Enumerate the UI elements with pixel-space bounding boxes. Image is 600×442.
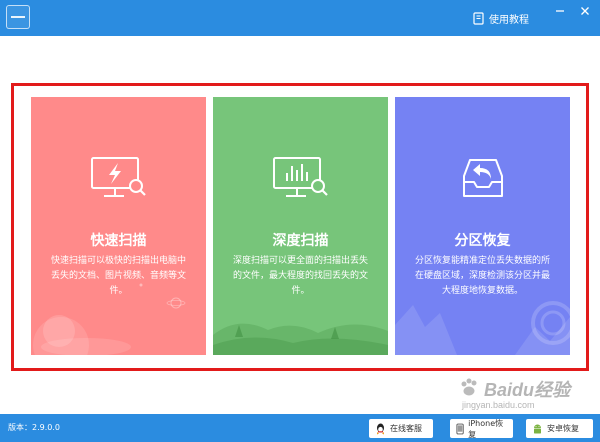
online-support-label: 在线客服: [390, 424, 422, 433]
bottom-bar: 版本：2.9.0.0 在线客服 iPhone恢复 安卓恢复: [0, 414, 600, 442]
baidu-watermark: Baidu经验 jingyan.baidu.com: [458, 372, 598, 414]
tutorial-button[interactable]: 使用教程: [472, 9, 529, 27]
deep-scan-description: 深度扫描可以更全面的扫描出丢失的文件，最大程度的找回丢失的文件。: [232, 256, 368, 296]
book-icon: [473, 11, 484, 25]
minimize-icon: [556, 10, 564, 12]
version-label: 版本：2.9.0.0: [8, 423, 60, 432]
android-icon: [534, 424, 541, 433]
quick-scan-description: 快速扫描可以极快的扫描出电脑中丢失的文档、图片视频、音频等文件。: [50, 256, 186, 296]
qq-icon: [377, 423, 384, 434]
app-logo: [6, 5, 30, 29]
partition-recovery-description: 分区恢复能精准定位丢失数据的所在硬盘区域，深度检测该分区并最大程度地恢复数据。: [414, 256, 550, 296]
close-button[interactable]: [573, 0, 597, 22]
close-icon: [581, 7, 589, 15]
deep-scan-title: 深度扫描: [272, 233, 329, 249]
title-bar: 使用教程: [0, 0, 600, 36]
monitor-lightning-search-icon: [90, 157, 146, 197]
iphone-recovery-label: iPhone恢复: [468, 418, 504, 439]
watermark-url: jingyan.baidu.com: [462, 400, 535, 410]
paw-icon: [461, 378, 477, 396]
partition-recovery-title: 分区恢复: [454, 233, 511, 249]
android-recovery-label: 安卓恢复: [547, 424, 579, 433]
tray-return-icon: [462, 159, 503, 197]
minimize-button[interactable]: [548, 0, 572, 22]
watermark-text: Baidu经验: [484, 380, 571, 400]
quick-scan-card[interactable]: 快速扫描 快速扫描可以极快的扫描出电脑中丢失的文档、图片视频、音频等文件。: [31, 97, 206, 355]
online-support-button[interactable]: 在线客服: [369, 419, 433, 438]
tutorial-label: 使用教程: [489, 14, 529, 26]
monitor-chart-search-icon: [272, 157, 328, 197]
android-recovery-button[interactable]: 安卓恢复: [526, 419, 593, 438]
quick-scan-title: 快速扫描: [90, 233, 147, 249]
partition-recovery-card[interactable]: 分区恢复 分区恢复能精准定位丢失数据的所在硬盘区域，深度检测该分区并最大程度地恢…: [395, 97, 570, 355]
iphone-recovery-button[interactable]: iPhone恢复: [450, 418, 513, 439]
deep-scan-card[interactable]: 深度扫描 深度扫描可以更全面的扫描出丢失的文件，最大程度的找回丢失的文件。: [213, 97, 388, 355]
iphone-icon: [456, 423, 464, 434]
